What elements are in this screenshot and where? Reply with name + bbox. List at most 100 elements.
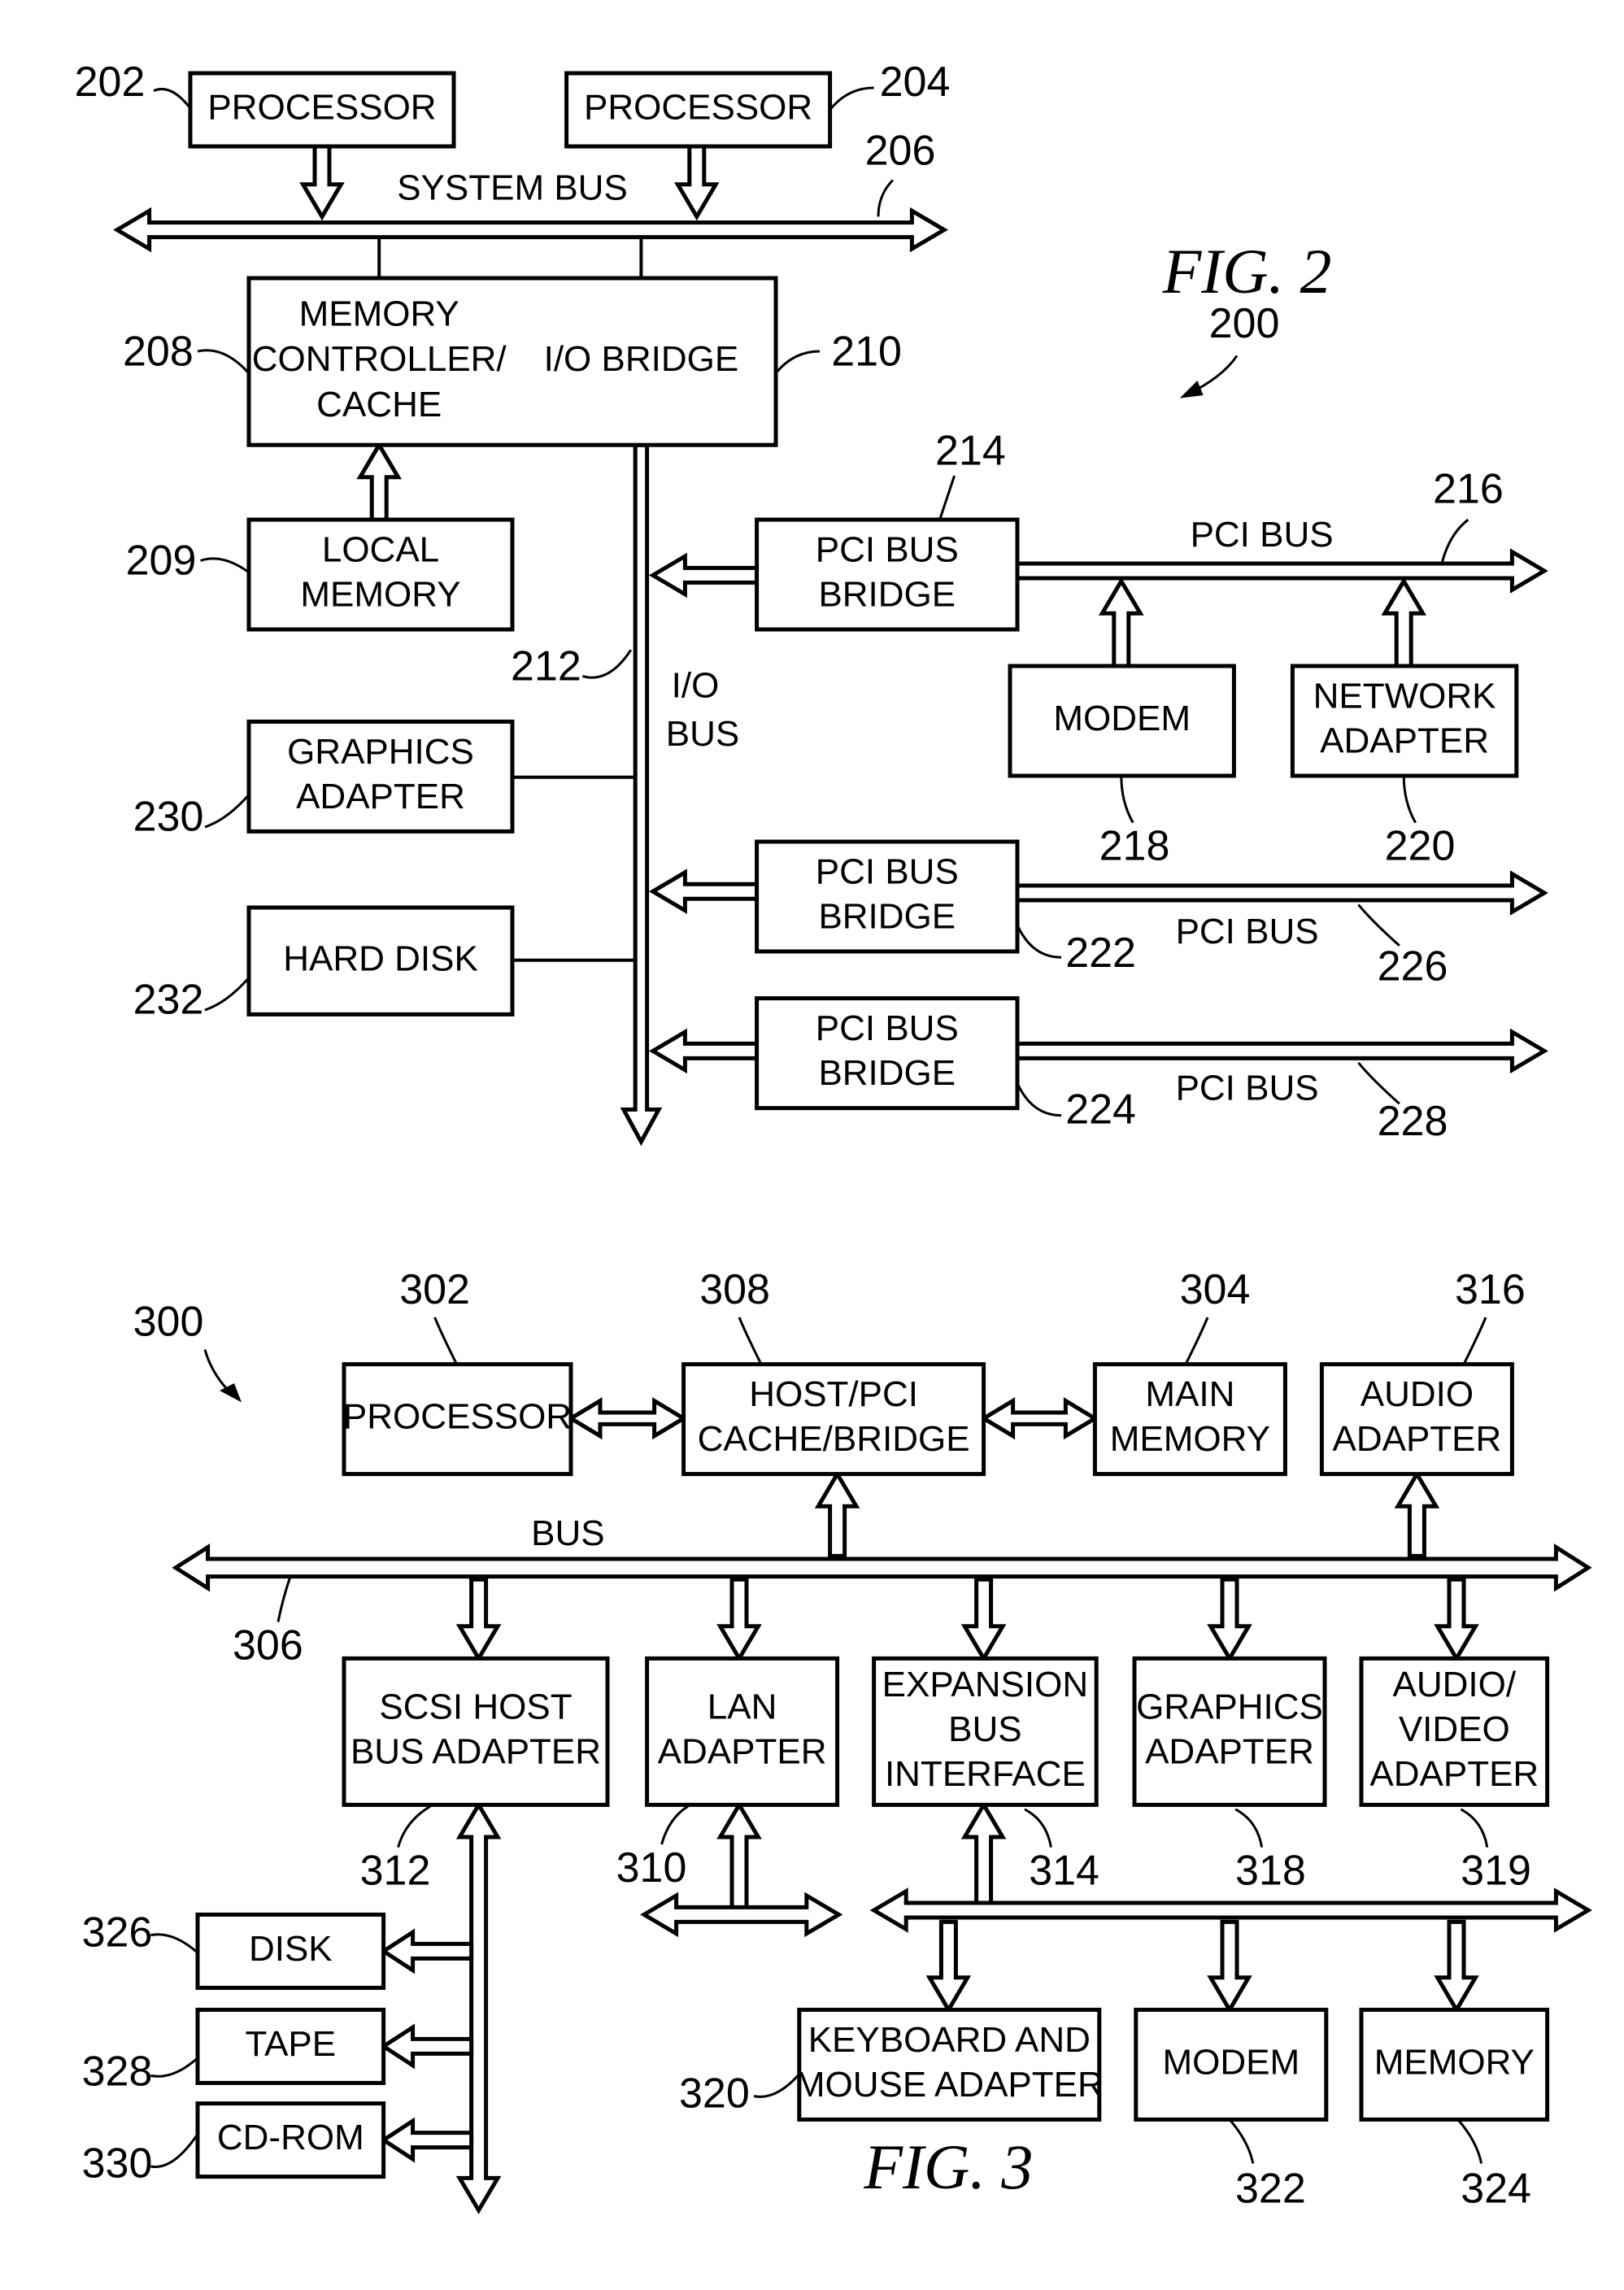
modem-322-label: MODEM — [1162, 2043, 1300, 2083]
ref-230: 230 — [133, 794, 204, 841]
network-adapter-220-label: ADAPTER — [1320, 721, 1489, 761]
leader-line — [581, 649, 633, 679]
processor-202-label: PROCESSOR — [207, 88, 436, 128]
ref-210: 210 — [831, 328, 902, 375]
leader-line — [150, 2057, 198, 2078]
local-memory-label: LOCAL — [322, 530, 439, 570]
io-bus-label: I/O — [672, 666, 720, 706]
scsi-312-label: BUS ADAPTER — [350, 1732, 601, 1772]
scsi-bus — [455, 1800, 502, 2214]
pci-bus-bridge-214-label: BRIDGE — [818, 575, 956, 615]
leader-line — [433, 1317, 458, 1365]
lan-310-label: ADAPTER — [658, 1732, 827, 1772]
leader-line — [276, 1577, 291, 1622]
leader-line — [1024, 1808, 1052, 1848]
io-bus-label: BUS — [666, 714, 739, 754]
fig3-title: FIG. 3 — [863, 2131, 1033, 2202]
leader-line — [200, 557, 250, 574]
ref-226: 226 — [1378, 943, 1448, 990]
memory-expansion-arrow — [1434, 1919, 1479, 2014]
scsi-bus-arrow — [455, 1577, 502, 1663]
ref-232: 232 — [133, 977, 204, 1024]
tape-arrow — [380, 2023, 474, 2070]
ref-316: 316 — [1455, 1266, 1526, 1313]
io-pci-arrow-224 — [648, 1028, 760, 1074]
ref-314: 314 — [1029, 1848, 1099, 1895]
cdrom-arrow — [380, 2117, 474, 2163]
ref-202: 202 — [75, 59, 146, 106]
ref-212: 212 — [511, 642, 581, 690]
ref-302: 302 — [399, 1266, 470, 1313]
leader-line — [153, 88, 192, 110]
graphics-318-label: GRAPHICS — [1136, 1687, 1323, 1727]
pci-bus-bridge-214-label: PCI BUS — [816, 530, 959, 570]
tape-328-label: TAPE — [245, 2024, 336, 2064]
ref-322: 322 — [1235, 2165, 1306, 2212]
keyboard-mouse-320-label: KEYBOARD AND — [808, 2020, 1091, 2060]
ref-328: 328 — [82, 2048, 153, 2095]
leader-line — [397, 1805, 431, 1848]
processor-302-label: PROCESSOR — [343, 1397, 572, 1437]
av-319-label: ADAPTER — [1369, 1754, 1539, 1794]
leader-line — [753, 2073, 800, 2098]
ref-318: 318 — [1235, 1848, 1306, 1895]
scsi-312-label: SCSI HOST — [379, 1687, 572, 1727]
expansion-314-label: EXPANSION — [882, 1665, 1088, 1704]
leader-line — [150, 2133, 199, 2169]
expansion-bus-arrow — [960, 1577, 1007, 1663]
leader-line — [150, 1933, 198, 1954]
io-bus — [620, 442, 663, 1147]
fig2-title: FIG. 2 — [1162, 236, 1332, 307]
ref-319: 319 — [1461, 1848, 1531, 1895]
av-319-label: AUDIO/ — [1393, 1665, 1517, 1704]
memory-controller-label: MEMORY — [299, 294, 459, 333]
expansion-314-label: INTERFACE — [885, 1754, 1086, 1794]
expansion-vertical-arrow — [960, 1800, 1007, 1913]
lan-vertical-arrow — [716, 1800, 762, 1913]
pci-bus-216-label: PCI BUS — [1191, 515, 1334, 555]
ref-220: 220 — [1385, 823, 1456, 870]
cdrom-330-label: CD-ROM — [217, 2118, 364, 2157]
ref-209: 209 — [126, 538, 197, 585]
leader-line — [938, 475, 956, 520]
system-bus-306 — [172, 1543, 1592, 1592]
processor-202-arrow — [299, 144, 345, 221]
leader-line — [1402, 775, 1417, 824]
leader-line — [774, 350, 821, 374]
leader-line — [1228, 2118, 1255, 2164]
host-bus-arrow — [814, 1469, 860, 1558]
ref-208: 208 — [123, 328, 194, 375]
leader-line — [1016, 1082, 1062, 1117]
leader-line — [877, 179, 895, 217]
graphics-adapter-label: ADAPTER — [296, 777, 465, 816]
processor-204-arrow — [674, 144, 720, 221]
leader-line — [1462, 1317, 1487, 1365]
leader-line — [660, 1805, 689, 1845]
ref-214: 214 — [935, 428, 1006, 475]
ref-326: 326 — [82, 1909, 153, 1956]
ref-200-arrowhead — [1179, 381, 1204, 398]
pci-bus-228-label: PCI BUS — [1176, 1069, 1319, 1108]
disk-arrow — [380, 1928, 474, 1974]
system-bus — [113, 207, 948, 253]
io-pci-arrow-214 — [648, 552, 760, 599]
patent-diagram: PROCESSOR PROCESSOR 202 204 SYSTEM BUS 206 MEM… — [75, 59, 1592, 2214]
ref-216: 216 — [1433, 466, 1504, 513]
pci-bus-bridge-222-label: BRIDGE — [818, 897, 956, 937]
host-pci-bridge-308-label: HOST/PCI — [749, 1374, 918, 1414]
audio-bus-arrow — [1394, 1469, 1440, 1558]
pci-bus-228 — [1015, 1028, 1548, 1074]
memory-controller-label: CACHE — [316, 385, 442, 424]
leader-line — [1460, 1808, 1489, 1848]
leader-line — [1120, 775, 1134, 824]
audio-adapter-316-label: AUDIO — [1361, 1374, 1474, 1414]
ref-224: 224 — [1065, 1086, 1136, 1134]
leader-line — [1456, 2118, 1483, 2164]
av-319-label: VIDEO — [1399, 1709, 1510, 1749]
pci-bus-bridge-224-label: PCI BUS — [816, 1008, 959, 1048]
host-memory-arrow — [979, 1397, 1099, 1440]
leader-line — [204, 977, 250, 1012]
ref-204: 204 — [880, 59, 951, 106]
network-adapter-arrow — [1381, 577, 1426, 668]
expansion-314-label: BUS — [948, 1709, 1021, 1749]
